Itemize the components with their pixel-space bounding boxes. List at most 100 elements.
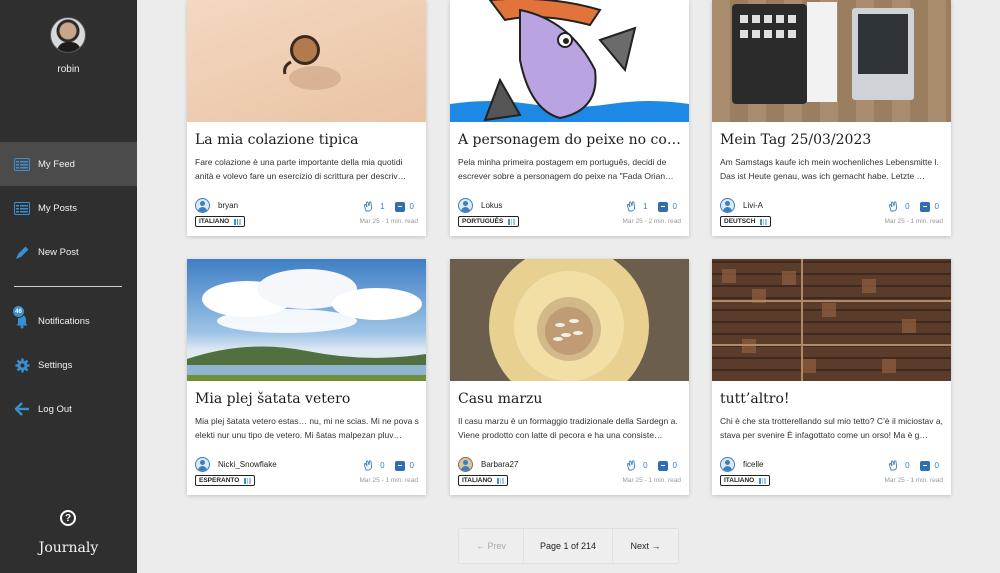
author-name: Barbara27 [481, 460, 519, 469]
username: robin [57, 64, 80, 75]
comment-count: 0 [672, 202, 677, 211]
arrow-left-icon [14, 401, 30, 417]
clap-icon[interactable] [888, 201, 899, 212]
bell-icon: 46 [12, 305, 30, 329]
comment-icon [919, 201, 930, 212]
prev-page-button[interactable]: ← Prev [459, 529, 524, 563]
language-badge: ITALIANO [458, 475, 508, 486]
language-label: ESPERANTO [199, 477, 240, 484]
language-label: PORTUGUÊS [462, 218, 504, 225]
author-name: Lokus [481, 201, 503, 210]
nav-settings[interactable]: Settings [0, 343, 137, 387]
post-title[interactable]: Mia plej šatata vetero [195, 391, 420, 407]
author-avatar [458, 457, 473, 472]
post-image-fish [450, 0, 689, 122]
nav-notifications[interactable]: 46 Notifications [0, 299, 137, 343]
post-meta: Mar 25 - 1 min. read [359, 477, 418, 484]
clap-icon[interactable] [626, 460, 637, 471]
post-image-cheese [450, 259, 689, 381]
comment-icon [657, 460, 668, 471]
posts-icon [14, 200, 30, 216]
author-row[interactable]: bryan [195, 198, 238, 213]
post-title[interactable]: Casu marzu [458, 391, 683, 407]
clap-icon[interactable] [363, 460, 374, 471]
post-stats: 1 0 [363, 201, 414, 212]
language-level-icon [760, 218, 767, 225]
post-excerpt: Mia plej šatata vetero estas… nu, mi ne … [195, 416, 419, 440]
clap-icon[interactable] [626, 201, 637, 212]
post-stats: 1 0 [626, 201, 677, 212]
comment-count: 0 [934, 461, 939, 470]
post-title[interactable]: Mein Tag 25/03/2023 [720, 132, 945, 148]
language-label: ITALIANO [462, 477, 493, 484]
post-meta: Mar 25 - 1 min. read [884, 218, 943, 225]
author-row[interactable]: Nicki_Snowflake [195, 457, 277, 472]
author-row[interactable]: ficelle [720, 457, 763, 472]
language-badge: DEUTSCH [720, 216, 771, 227]
nav-my-feed[interactable]: My Feed [0, 142, 137, 186]
nav-label-log-out: Log Out [38, 403, 72, 415]
language-badge: ITALIANO [720, 475, 770, 486]
post-image-coffee [187, 0, 426, 122]
clap-icon[interactable] [888, 460, 899, 471]
post-stats: 0 0 [888, 460, 939, 471]
author-avatar [195, 198, 210, 213]
page-indicator: Page 1 of 214 [524, 529, 613, 563]
author-row[interactable]: Lokus [458, 198, 502, 213]
author-name: ficelle [743, 460, 764, 469]
post-excerpt: Il casu marzu è un formaggio tradizional… [458, 416, 678, 440]
post-title[interactable]: A personagem do peixe no conto… [458, 132, 683, 148]
comment-count: 0 [409, 202, 414, 211]
pencil-icon [14, 244, 30, 260]
nav-new-post[interactable]: New Post [0, 230, 137, 274]
language-level-icon [759, 477, 766, 484]
notification-badge: 46 [12, 305, 25, 318]
post-meta: Mar 25 - 1 min. read [359, 218, 418, 225]
nav-log-out[interactable]: Log Out [0, 387, 137, 431]
like-count: 0 [380, 461, 385, 470]
post-image-landscape [187, 259, 426, 381]
post-card[interactable]: Casu marzu Il casu marzu è un formaggio … [450, 259, 689, 495]
language-level-icon [497, 477, 504, 484]
post-card[interactable]: Mia plej šatata vetero Mia plej šatata v… [187, 259, 426, 495]
post-title[interactable]: tutt’altro! [720, 391, 945, 407]
author-name: bryan [218, 201, 239, 210]
language-label: ITALIANO [724, 477, 755, 484]
user-avatar[interactable] [50, 17, 86, 53]
help-icon[interactable]: ? [60, 510, 76, 526]
post-excerpt: Pela minha primeira postagem em portuguê… [458, 157, 674, 181]
next-page-button[interactable]: Next → [613, 529, 678, 563]
language-level-icon [244, 477, 251, 484]
sidebar-divider [14, 286, 122, 287]
author-row[interactable]: Barbara27 [458, 457, 518, 472]
comment-icon [394, 460, 405, 471]
clap-icon[interactable] [363, 201, 374, 212]
post-stats: 0 0 [363, 460, 414, 471]
language-label: ITALIANO [199, 218, 230, 225]
post-image-typewriter [712, 0, 951, 122]
comment-icon [919, 460, 930, 471]
post-card[interactable]: tutt’altro! Chi è che sta trotterellando… [712, 259, 951, 495]
language-badge: ESPERANTO [195, 475, 255, 486]
like-count: 1 [643, 202, 648, 211]
post-meta: Mar 25 - 1 min. read [884, 477, 943, 484]
nav-my-posts[interactable]: My Posts [0, 186, 137, 230]
gear-icon [14, 357, 30, 373]
post-card[interactable]: A personagem do peixe no conto… Pela min… [450, 0, 689, 236]
pagination: ← Prev Page 1 of 214 Next → [459, 529, 678, 563]
nav-label-my-posts: My Posts [38, 202, 78, 214]
author-row[interactable]: Livi-A [720, 198, 763, 213]
like-count: 0 [643, 461, 648, 470]
post-card[interactable]: Mein Tag 25/03/2023 Am Samstags kaufe ic… [712, 0, 951, 236]
nav-label-notifications: Notifications [38, 315, 90, 327]
post-title[interactable]: La mia colazione tipica [195, 132, 420, 148]
feed-icon [14, 156, 30, 172]
post-excerpt: Chi è che sta trotterellando sul mio tet… [720, 416, 943, 440]
language-badge: ITALIANO [195, 216, 245, 227]
comment-icon [394, 201, 405, 212]
author-avatar [195, 457, 210, 472]
author-avatar [720, 198, 735, 213]
post-card[interactable]: La mia colazione tipica Fare colazione è… [187, 0, 426, 236]
post-meta: Mar 25 - 1 min. read [622, 477, 681, 484]
like-count: 1 [380, 202, 385, 211]
